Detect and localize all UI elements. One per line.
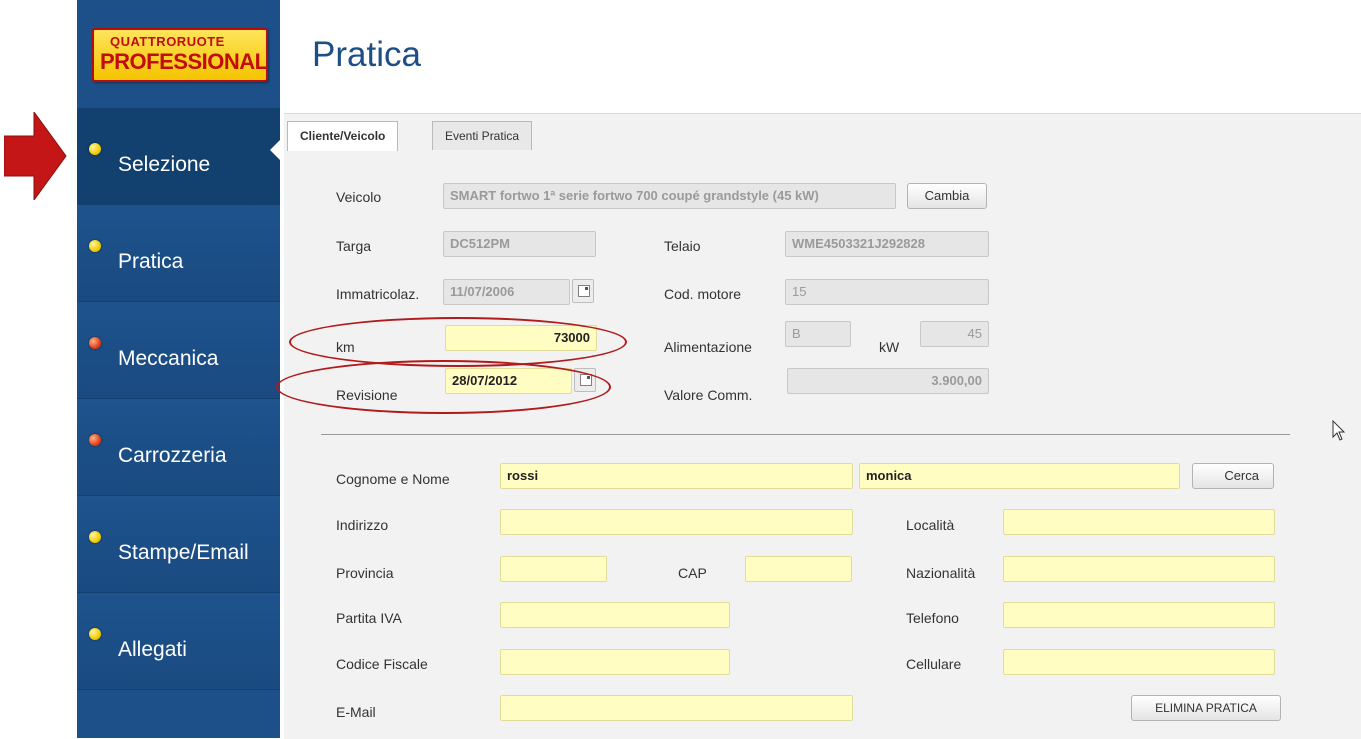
cerca-button[interactable]: Cerca [1192,463,1274,489]
immatricolazione-label: Immatricolaz. [336,286,420,302]
cognome-field[interactable]: rossi [500,463,853,489]
km-field[interactable]: 73000 [445,325,597,351]
sidebar-item-label: Stampe/Email [118,541,249,564]
sidebar-item-selezione[interactable]: Selezione [77,108,280,205]
telefono-label: Telefono [906,610,959,626]
veicolo-field[interactable]: SMART fortwo 1ª serie fortwo 700 coupé g… [443,183,896,209]
partita-iva-field[interactable] [500,602,730,628]
cap-field[interactable] [745,556,852,582]
status-dot-icon [89,434,101,446]
codice-fiscale-field[interactable] [500,649,730,675]
calendar-icon-immatricolazione[interactable] [572,279,594,303]
alimentazione-field[interactable]: B [785,321,851,347]
cognome-nome-label: Cognome e Nome [336,471,450,487]
sidebar-item-carrozzeria[interactable]: Carrozzeria [77,399,280,496]
nazionalita-label: Nazionalità [906,565,976,581]
quattroruote-logo: QUATTRORUOTE PROFESSIONAL [92,28,268,82]
valore-comm-label: Valore Comm. [664,387,753,403]
nazionalita-field[interactable] [1003,556,1275,582]
calendar-icon-revisione[interactable] [574,368,596,392]
cambia-button[interactable]: Cambia [907,183,987,209]
cellulare-label: Cellulare [906,656,962,672]
veicolo-label: Veicolo [336,189,382,205]
status-dot-icon [89,337,101,349]
telaio-label: Telaio [664,238,701,254]
revisione-label: Revisione [336,387,398,403]
immatricolazione-field[interactable]: 11/07/2006 [443,279,570,305]
logo-line2: PROFESSIONAL [100,49,268,74]
sidebar-item-label: Meccanica [118,347,219,370]
sidebar-item-label: Pratica [118,250,184,273]
sidebar-item-label: Selezione [118,153,211,176]
codice-fiscale-label: Codice Fiscale [336,656,428,672]
kw-label: kW [879,339,900,355]
sidebar-item-meccanica[interactable]: Meccanica [77,302,280,399]
alimentazione-label: Alimentazione [664,339,752,355]
section-divider [321,434,1290,435]
elimina-pratica-button[interactable]: ELIMINA PRATICA [1131,695,1281,721]
localita-field[interactable] [1003,509,1275,535]
page-title: Pratica [312,35,421,74]
email-label: E-Mail [336,704,376,720]
provincia-label: Provincia [336,565,394,581]
mouse-cursor-icon [1332,420,1346,441]
partita-iva-label: Partita IVA [336,610,402,626]
kw-field[interactable]: 45 [920,321,989,347]
sidebar-item-pratica[interactable]: Pratica [77,205,280,302]
sidebar-item-stampe-email[interactable]: Stampe/Email [77,496,280,593]
tab-cliente-veicolo[interactable]: Cliente/Veicolo [287,121,399,151]
sidebar-item-label: Carrozzeria [118,444,227,467]
indirizzo-label: Indirizzo [336,517,389,533]
status-dot-icon [89,143,101,155]
status-dot-icon [89,628,101,640]
tab-eventi-pratica[interactable]: Eventi Pratica [432,121,533,150]
provincia-field[interactable] [500,556,607,582]
status-dot-icon [89,531,101,543]
nome-field[interactable]: monica [859,463,1180,489]
km-label: km [336,339,355,355]
telaio-field[interactable]: WME4503321J292828 [785,231,989,257]
active-item-notch [270,140,280,160]
valore-comm-field[interactable]: 3.900,00 [787,368,989,394]
sidebar: QUATTRORUOTE PROFESSIONAL Selezione Prat… [77,0,280,738]
status-dot-icon [89,240,101,252]
revisione-field[interactable]: 28/07/2012 [445,368,572,394]
indirizzo-field[interactable] [500,509,853,535]
cap-label: CAP [678,565,707,581]
email-field[interactable] [500,695,853,721]
localita-label: Località [906,517,955,533]
cod-motore-field[interactable]: 15 [785,279,989,305]
sidebar-item-label: Allegati [118,638,187,661]
red-arrow-annotation [4,112,67,200]
sidebar-item-allegati[interactable]: Allegati [77,593,280,690]
cellulare-field[interactable] [1003,649,1275,675]
targa-field[interactable]: DC512PM [443,231,596,257]
targa-label: Targa [336,238,372,254]
cod-motore-label: Cod. motore [664,286,742,302]
telefono-field[interactable] [1003,602,1275,628]
logo-line1: QUATTRORUOTE [110,34,225,49]
